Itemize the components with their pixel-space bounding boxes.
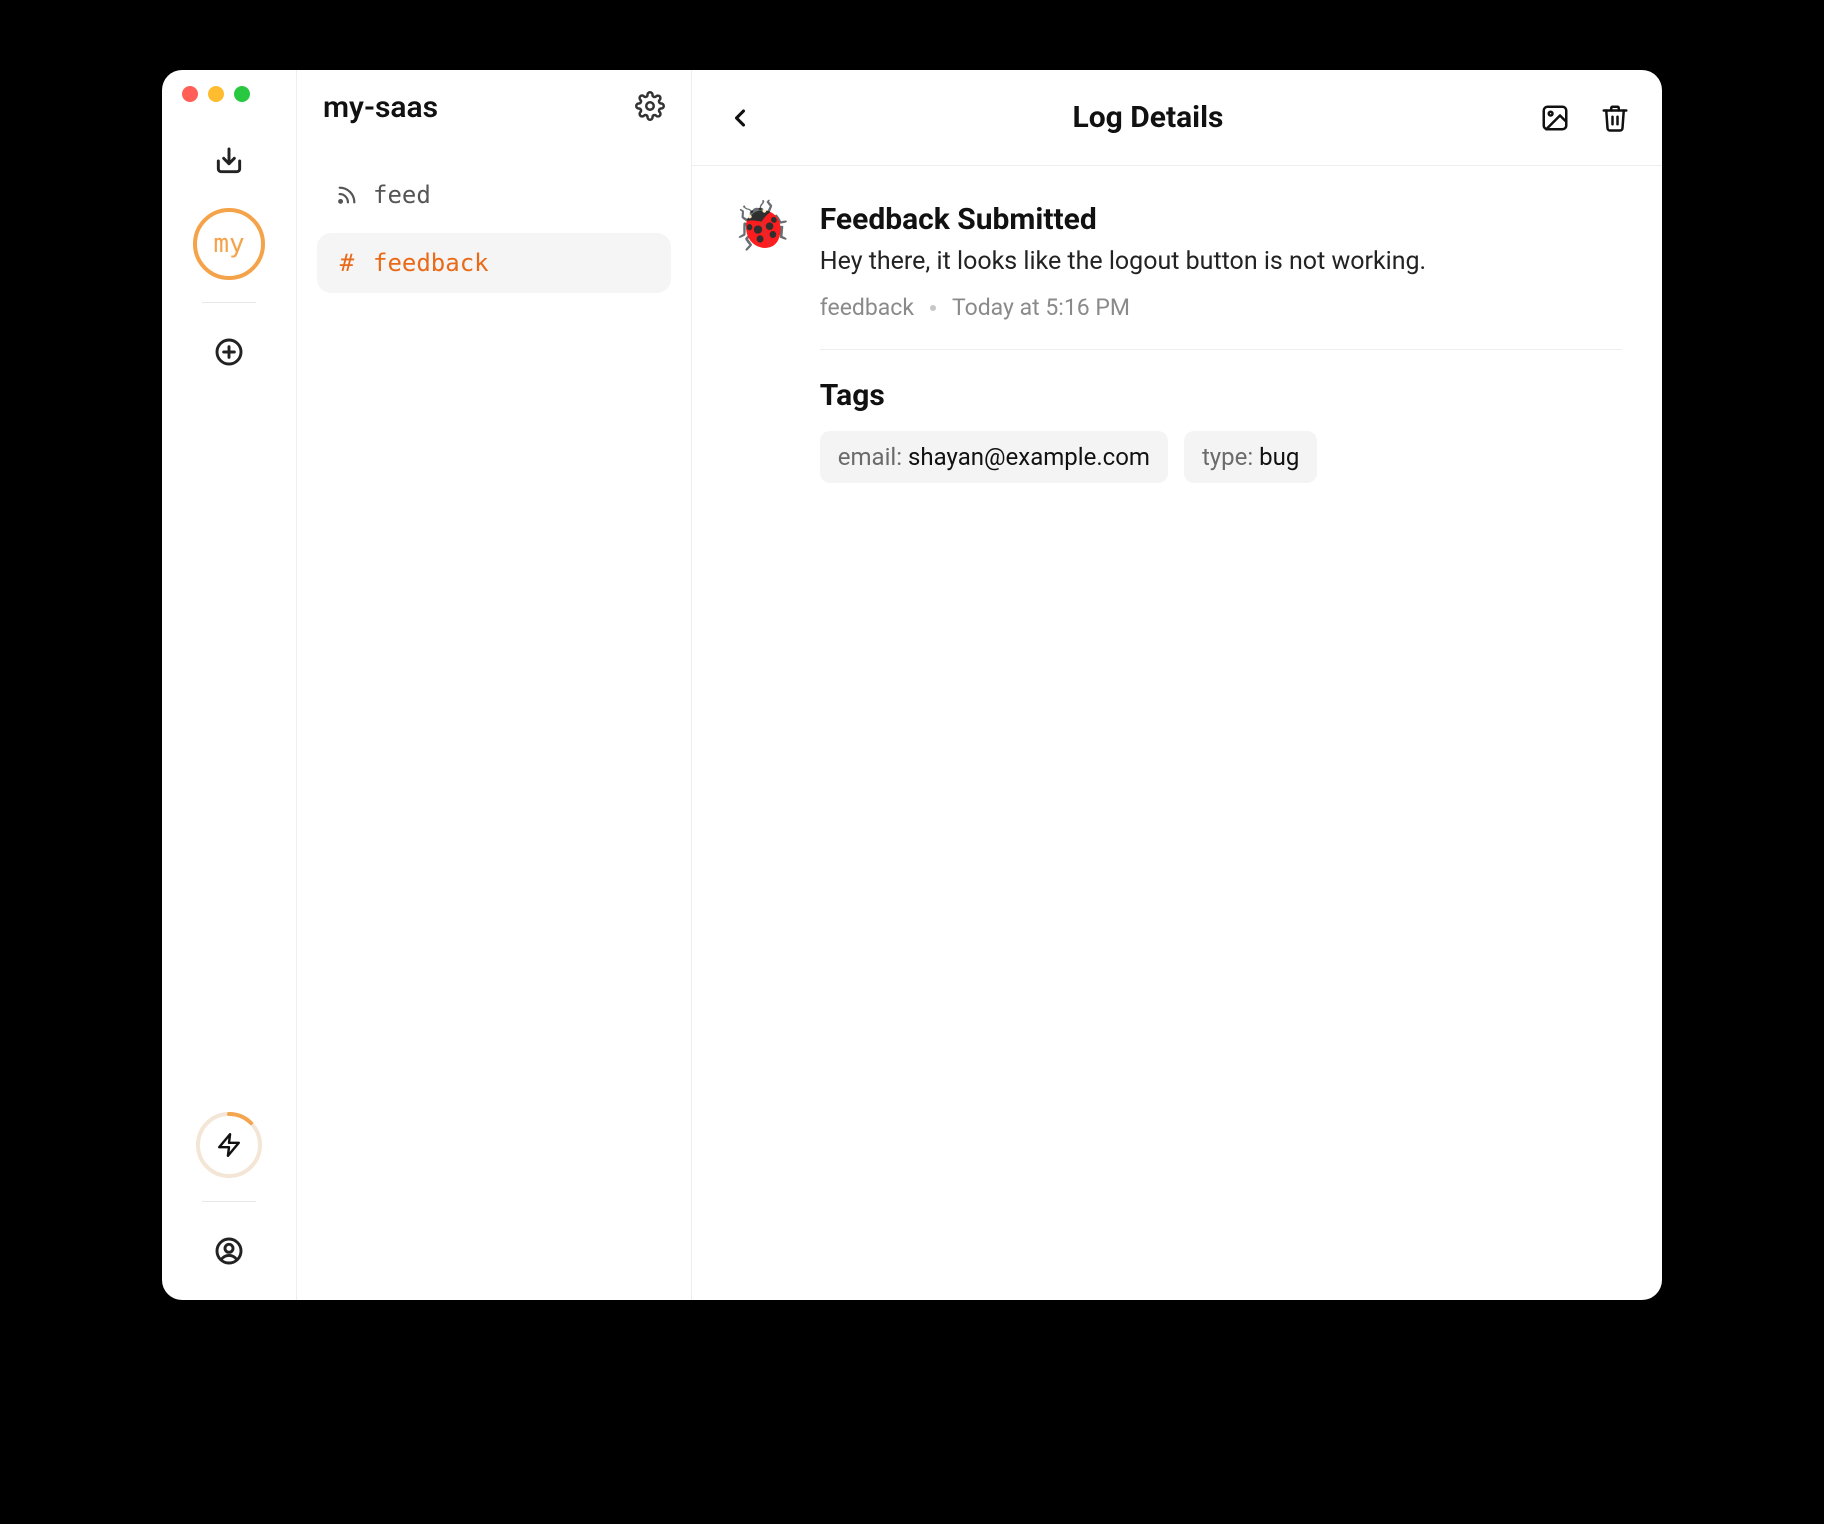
rail-divider [202,302,256,303]
hash-icon: # [335,249,359,277]
detail-title: Log Details [758,100,1538,135]
delete-button[interactable] [1598,101,1632,135]
workspace-avatar[interactable]: my [193,208,265,280]
rss-icon [335,184,359,206]
detail-panel: Log Details 🐞 Feedback Submitted [692,70,1662,1300]
zoom-window-button[interactable] [234,86,250,102]
log-message: Hey there, it looks like the logout butt… [820,247,1622,276]
channel-label: feed [373,181,431,209]
workspace-avatar-label: my [213,229,244,259]
log-title: Feedback Submitted [820,202,1622,237]
meta-separator [930,305,936,311]
sidebar: my-saas feed # feedback [297,70,692,1300]
add-button[interactable] [210,333,248,371]
log-icon: 🐞 [732,202,792,483]
activity-button[interactable] [195,1111,263,1179]
channel-label: feedback [373,249,489,277]
image-button[interactable] [1538,101,1572,135]
app-window: my my-saas [162,70,1662,1300]
log-timestamp: Today at 5:16 PM [952,294,1130,321]
nav-rail: my [162,70,297,1300]
tag-item[interactable]: type: bug [1184,431,1317,483]
tag-value: shayan@example.com [908,443,1150,471]
channel-feedback[interactable]: # feedback [317,233,671,293]
log-entry: 🐞 Feedback Submitted Hey there, it looks… [732,202,1622,483]
log-channel: feedback [820,294,914,321]
log-meta: feedback Today at 5:16 PM [820,294,1622,321]
tag-key: email [838,443,897,471]
divider [820,349,1622,350]
tag-item[interactable]: email: shayan@example.com [820,431,1168,483]
sidebar-header: my-saas [317,90,671,125]
tags-heading: Tags [820,378,1622,413]
tag-value: bug [1259,443,1299,471]
tag-key: type [1202,443,1247,471]
detail-content: 🐞 Feedback Submitted Hey there, it looks… [692,166,1662,519]
inbox-icon[interactable] [210,142,248,180]
window-controls [182,86,250,102]
project-title: my-saas [323,90,438,125]
back-button[interactable] [722,100,758,136]
detail-header-actions [1538,101,1632,135]
channel-feed[interactable]: feed [317,165,671,225]
detail-header: Log Details [692,70,1662,166]
settings-button[interactable] [635,91,665,125]
minimize-window-button[interactable] [208,86,224,102]
close-window-button[interactable] [182,86,198,102]
account-icon[interactable] [210,1232,248,1270]
tags-list: email: shayan@example.com type: bug [820,431,1622,483]
rail-divider [202,1201,256,1202]
